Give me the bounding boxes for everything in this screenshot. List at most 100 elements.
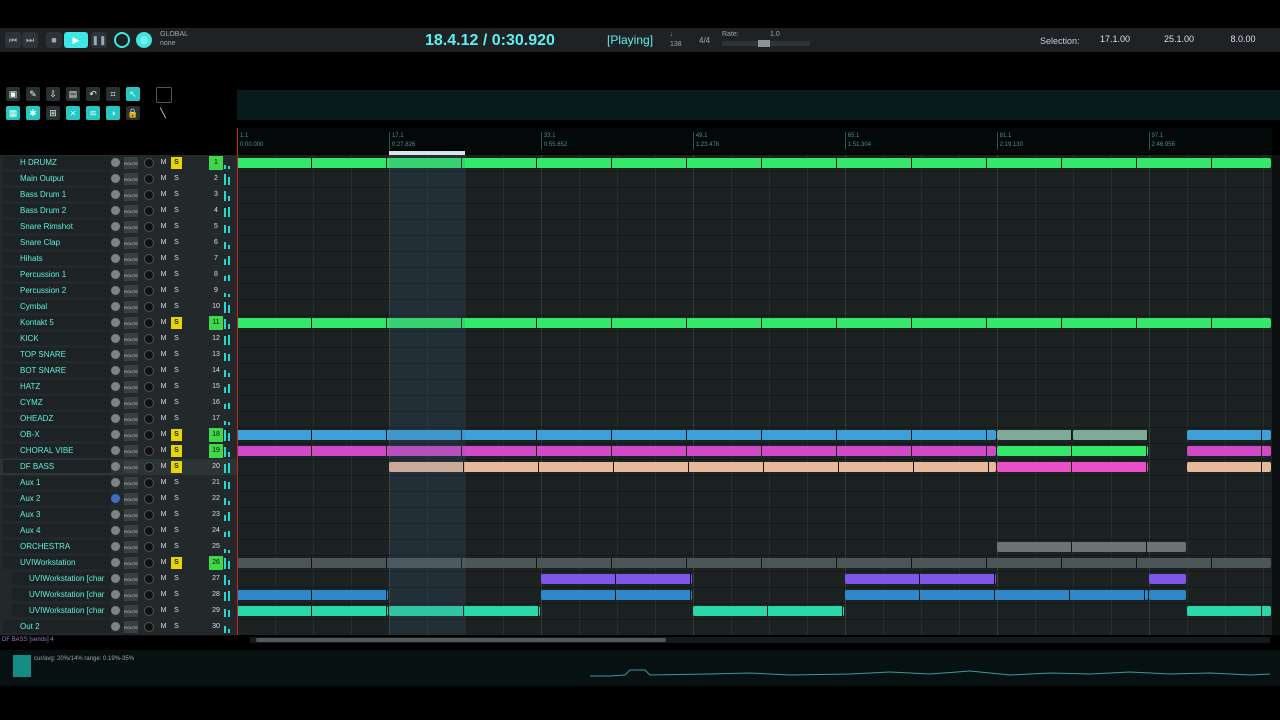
mute-button[interactable]: M (158, 237, 169, 249)
route-button[interactable]: ROUTE (124, 605, 138, 617)
route-button[interactable]: ROUTE (124, 157, 138, 169)
selection-start[interactable]: 17.1.00 (1086, 34, 1144, 44)
track-name[interactable]: Aux 3 (3, 508, 111, 521)
time-signature[interactable]: 4/4 (699, 36, 710, 45)
volume-knob[interactable] (111, 382, 120, 391)
volume-knob[interactable] (111, 622, 120, 631)
solo-button[interactable]: S (171, 173, 182, 185)
volume-knob[interactable] (111, 222, 120, 231)
media-item[interactable] (1072, 430, 1148, 440)
volume-knob[interactable] (111, 574, 120, 583)
track-row[interactable]: H DRUMZ ROUTE M S 1 (0, 155, 237, 172)
track-row[interactable]: KICK ROUTE M S 12 (0, 331, 237, 348)
mute-button[interactable]: M (158, 333, 169, 345)
track-name[interactable]: UVIWorkstation [char (12, 572, 111, 585)
mute-button[interactable]: M (158, 397, 169, 409)
solo-button[interactable]: S (171, 445, 182, 457)
track-row[interactable]: Kontakt 5 ROUTE M S 11 (0, 315, 237, 332)
media-item[interactable] (1186, 446, 1271, 456)
track-number[interactable]: 19 (209, 444, 223, 458)
track-row[interactable]: Aux 4 ROUTE M S 24 (0, 523, 237, 540)
import-icon[interactable]: ⇩ (46, 87, 60, 101)
solo-button[interactable]: S (171, 589, 182, 601)
volume-knob[interactable] (111, 494, 120, 503)
skip-back-icon[interactable]: ⏮ (5, 32, 21, 48)
track-name[interactable]: Cymbal (3, 300, 111, 313)
pencil-icon[interactable]: ╲ (156, 106, 170, 120)
solo-button[interactable]: S (171, 301, 182, 313)
media-item[interactable] (388, 462, 996, 472)
item-icon[interactable]: ▦ (6, 106, 20, 120)
track-row[interactable]: Cymbal ROUTE M S 10 (0, 299, 237, 316)
track-number[interactable]: 13 (209, 348, 223, 362)
track-row[interactable]: Snare Rimshot ROUTE M S 5 (0, 219, 237, 236)
mute-button[interactable]: M (158, 269, 169, 281)
glue-icon[interactable]: ⊞ (46, 106, 60, 120)
volume-knob[interactable] (111, 350, 120, 359)
mute-button[interactable]: M (158, 157, 169, 169)
media-item[interactable] (996, 430, 1072, 440)
metronome-toggle-icon[interactable]: ◑ (106, 106, 120, 120)
record-arm-button[interactable] (144, 462, 154, 472)
metronome-icon[interactable]: ♩ (670, 31, 677, 38)
solo-button[interactable]: S (171, 621, 182, 633)
track-name[interactable]: OHEADZ (3, 412, 111, 425)
route-button[interactable]: ROUTE (124, 333, 138, 345)
route-button[interactable]: ROUTE (124, 253, 138, 265)
track-name[interactable]: Out 2 (3, 620, 111, 633)
solo-button[interactable]: S (171, 317, 182, 329)
track-name[interactable]: Main Output (3, 172, 111, 185)
mute-button[interactable]: M (158, 621, 169, 633)
track-row[interactable]: CYMZ ROUTE M S 16 (0, 395, 237, 412)
track-row[interactable]: Bass Drum 2 ROUTE M S 4 (0, 203, 237, 220)
tempo-value[interactable]: 138 (670, 41, 682, 48)
route-button[interactable]: ROUTE (124, 557, 138, 569)
crossfade-icon[interactable]: ⨯ (66, 106, 80, 120)
route-button[interactable]: ROUTE (124, 269, 138, 281)
route-button[interactable]: ROUTE (124, 509, 138, 521)
track-row[interactable]: UVIWorkstation ROUTE M S 26 (0, 555, 237, 572)
record-arm-button[interactable] (144, 494, 154, 504)
volume-knob[interactable] (111, 254, 120, 263)
track-number[interactable]: 3 (209, 188, 223, 202)
volume-knob[interactable] (111, 366, 120, 375)
record-arm-button[interactable] (144, 542, 154, 552)
marquee-icon[interactable] (156, 87, 172, 103)
play-button[interactable]: ▶ (64, 32, 88, 48)
record-arm-button[interactable] (144, 558, 154, 568)
track-number[interactable]: 18 (209, 428, 223, 442)
volume-knob[interactable] (111, 606, 120, 615)
route-button[interactable]: ROUTE (124, 477, 138, 489)
route-button[interactable]: ROUTE (124, 621, 138, 633)
track-name[interactable]: TOP SNARE (3, 348, 111, 361)
volume-knob[interactable] (111, 158, 120, 167)
solo-button[interactable]: S (171, 237, 182, 249)
route-button[interactable]: ROUTE (124, 381, 138, 393)
volume-knob[interactable] (111, 462, 120, 471)
track-number[interactable]: 27 (209, 572, 223, 586)
track-name[interactable]: UVIWorkstation (3, 556, 111, 569)
track-name[interactable]: OB-X (3, 428, 111, 441)
track-row[interactable]: UVIWorkstation [char ROUTE M S 28 (0, 587, 237, 604)
track-name[interactable]: Snare Clap (3, 236, 111, 249)
volume-knob[interactable] (111, 478, 120, 487)
track-number[interactable]: 2 (209, 172, 223, 186)
track-number[interactable]: 6 (209, 236, 223, 250)
volume-knob[interactable] (111, 526, 120, 535)
volume-knob[interactable] (111, 190, 120, 199)
record-arm-button[interactable] (144, 430, 154, 440)
track-number[interactable]: 9 (209, 284, 223, 298)
route-button[interactable]: ROUTE (124, 429, 138, 441)
stop-button[interactable]: ■ (46, 32, 62, 48)
ruler-mark[interactable]: 81.1 2:19.130 (996, 132, 1023, 150)
mute-button[interactable]: M (158, 589, 169, 601)
solo-button[interactable]: S (171, 557, 182, 569)
track-number[interactable]: 25 (209, 540, 223, 554)
track-number[interactable]: 30 (209, 620, 223, 634)
track-row[interactable]: Percussion 2 ROUTE M S 9 (0, 283, 237, 300)
route-button[interactable]: ROUTE (124, 173, 138, 185)
skip-forward-icon[interactable]: ⏭ (22, 32, 38, 48)
route-button[interactable]: ROUTE (124, 189, 138, 201)
route-button[interactable]: ROUTE (124, 301, 138, 313)
track-name[interactable]: Bass Drum 1 (3, 188, 111, 201)
